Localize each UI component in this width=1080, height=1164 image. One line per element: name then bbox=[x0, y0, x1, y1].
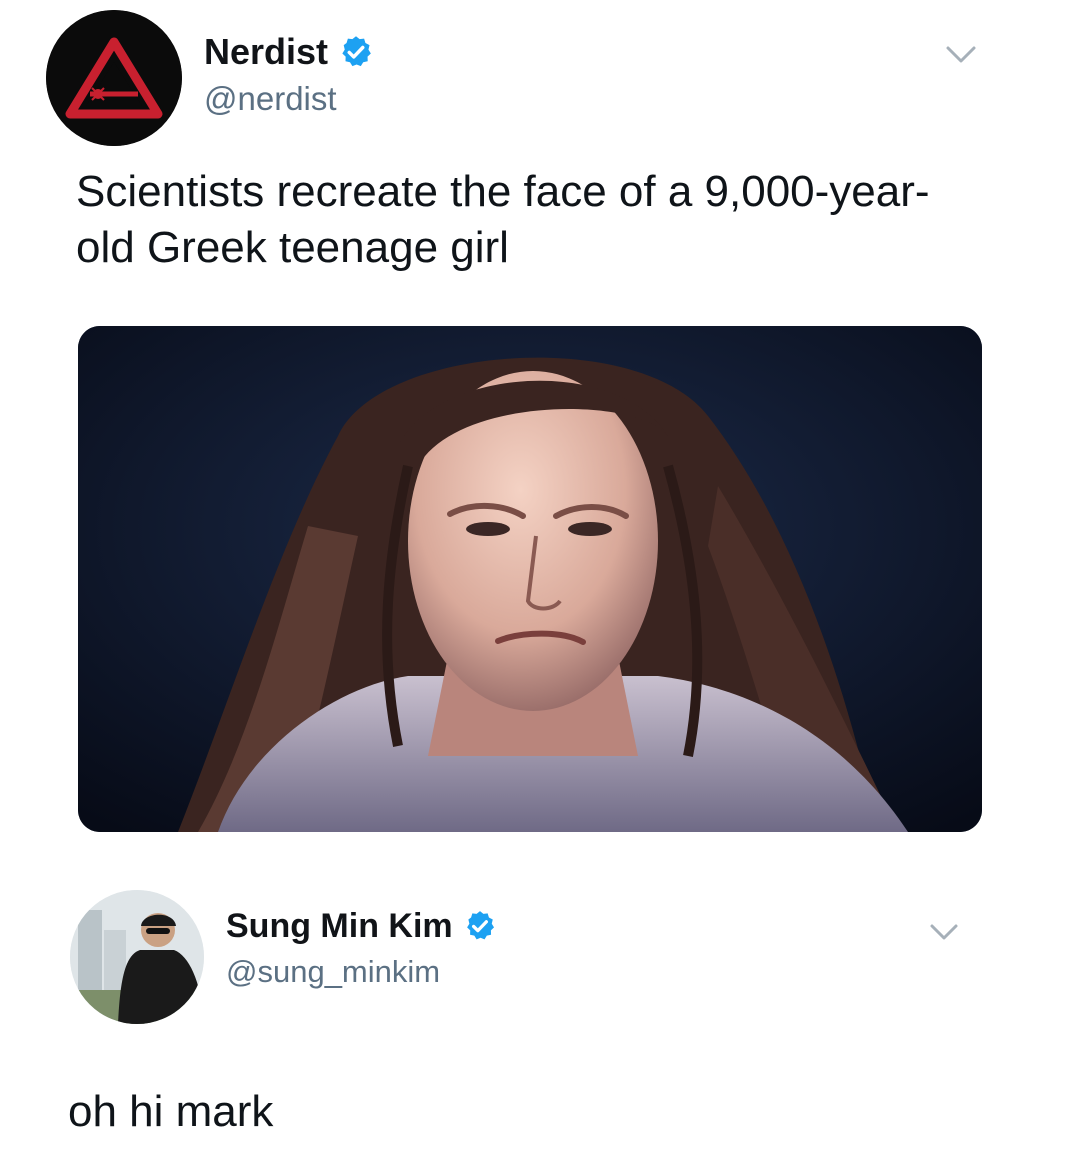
tweet-nerdist: Nerdist @nerdist Scientists recreate the… bbox=[0, 0, 1080, 850]
tweet-media-image[interactable] bbox=[78, 326, 982, 832]
author-row: Sung Min Kim bbox=[226, 904, 497, 948]
user-photo bbox=[70, 890, 204, 1024]
nerdist-logo-icon bbox=[46, 10, 182, 146]
chevron-down-icon[interactable] bbox=[928, 922, 960, 942]
reconstructed-face-photo bbox=[78, 326, 982, 832]
verified-badge-icon bbox=[342, 36, 371, 67]
display-name[interactable]: Sung Min Kim bbox=[226, 907, 453, 946]
tweet-text: Scientists recreate the face of a 9,000-… bbox=[76, 167, 930, 272]
verified-badge-icon bbox=[466, 911, 494, 940]
avatar[interactable] bbox=[70, 890, 204, 1024]
handle[interactable]: @sung_minkim bbox=[226, 954, 440, 990]
handle[interactable]: @nerdist bbox=[204, 80, 337, 118]
tweet-sung-min-kim: Sung Min Kim @sung_minkim oh hi mark bbox=[0, 850, 1080, 1164]
chevron-down-icon[interactable] bbox=[944, 44, 978, 66]
tweet-text: oh hi mark bbox=[68, 1087, 274, 1136]
avatar[interactable] bbox=[46, 10, 182, 146]
author-row: Nerdist bbox=[204, 30, 374, 74]
display-name[interactable]: Nerdist bbox=[204, 31, 328, 73]
